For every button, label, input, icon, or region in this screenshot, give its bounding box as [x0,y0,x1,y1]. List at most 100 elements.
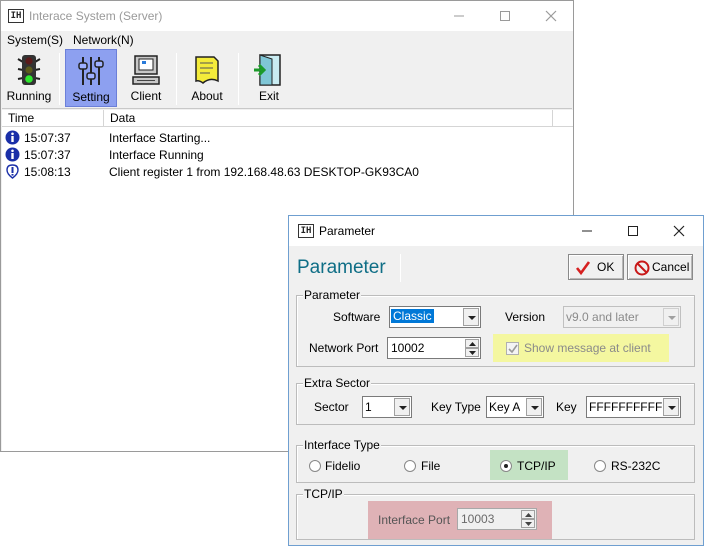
toolbar-separator [176,53,177,105]
file-radio[interactable] [404,460,416,472]
interface-port-label: Interface Port [378,513,451,527]
software-value: Classic [391,309,434,323]
dialog-minimize-button[interactable] [564,216,610,246]
version-label: Version [505,310,546,324]
chevron-down-icon [399,406,407,410]
menu-system[interactable]: System(S) [7,33,63,47]
key-select[interactable]: FFFFFFFFFFFF [586,396,681,418]
dialog-title-bar[interactable]: IH Parameter [289,216,703,246]
maximize-icon [500,11,510,21]
download-info-icon [6,164,19,179]
interface-port-input[interactable]: 10003 [457,508,537,530]
network-port-up-button[interactable] [465,339,479,348]
chevron-down-icon [668,406,676,410]
chevron-up-icon [469,342,476,346]
log-header: Time Data [2,110,573,127]
header-separator [400,254,401,282]
column-data[interactable]: Data [104,110,553,127]
dialog-heading: Parameter [297,257,386,278]
extra-sector-group-title: Extra Sector [303,376,372,390]
chevron-down-icon [469,351,476,355]
minimize-button[interactable] [436,1,482,31]
setting-label: Setting [72,90,110,104]
setting-button[interactable]: Setting [65,49,117,107]
close-icon [545,10,557,22]
cancel-button[interactable]: Cancel [627,254,693,280]
interface-type-group-title: Interface Type [303,438,381,452]
key-type-select[interactable]: Key A [486,396,544,418]
computer-icon [132,55,160,85]
version-value: v9.0 and later [566,310,639,324]
tcpip-radio[interactable] [500,460,512,472]
show-message-checkbox[interactable] [506,342,519,355]
network-port-input[interactable]: 10002 [387,337,481,359]
toolbar-separator [238,53,239,105]
close-button[interactable] [528,1,574,31]
app-icon: IH [8,9,24,23]
dialog-maximize-button[interactable] [610,216,656,246]
key-type-dropdown-button[interactable] [526,398,542,416]
parameter-dialog: IH Parameter Parameter OK Cancel Paramet… [288,215,704,546]
column-time[interactable]: Time [2,110,104,127]
dialog-app-icon: IH [298,224,314,238]
toolbar-separator [59,53,60,105]
key-dropdown-button[interactable] [663,398,679,416]
toolbar: Running Setting Client About Exit [2,49,572,109]
dialog-title: Parameter [319,224,376,238]
chevron-down-icon [468,316,476,320]
checkmark-icon [575,261,591,276]
cancel-icon [634,260,650,276]
log-row[interactable]: 15:07:37 Interface Starting... [2,129,573,146]
version-dropdown-button[interactable] [663,308,679,326]
log-row[interactable]: 15:08:13 Client register 1 from 192.168.… [2,163,573,180]
file-label[interactable]: File [421,459,440,473]
network-port-label: Network Port [309,341,379,355]
main-window-title: Interace System (Server) [29,9,163,23]
rs232c-radio[interactable] [594,460,606,472]
software-dropdown-button[interactable] [463,308,479,326]
tcpip-group: TCP/IP Interface Port 10003 [296,487,695,540]
log-time: 15:07:37 [24,131,71,145]
interface-port-down-button[interactable] [521,519,535,528]
maximize-button[interactable] [482,1,528,31]
key-type-label: Key Type [431,400,481,414]
network-port-down-button[interactable] [465,348,479,357]
chevron-down-icon [531,406,539,410]
software-select[interactable]: Classic [389,306,481,328]
interface-port-up-button[interactable] [521,510,535,519]
fidelio-label[interactable]: Fidelio [325,459,360,473]
key-value: FFFFFFFFFFFF [589,400,663,414]
sector-select[interactable]: 1 [362,396,412,418]
log-time: 15:08:13 [24,165,71,179]
exit-button[interactable]: Exit [244,49,294,107]
dialog-header: Parameter OK Cancel [289,246,703,284]
minimize-icon [454,15,464,17]
version-select[interactable]: v9.0 and later [563,306,681,328]
client-button[interactable]: Client [121,49,171,107]
chevron-down-icon [525,522,532,526]
rs232c-label[interactable]: RS-232C [611,459,660,473]
tcpip-label[interactable]: TCP/IP [517,459,556,473]
extra-sector-group: Extra Sector Sector 1 Key Type Key A Key… [296,376,695,425]
show-message-label: Show message at client [524,341,651,355]
log-row[interactable]: 15:07:37 Interface Running [2,146,573,163]
cancel-label: Cancel [652,260,690,274]
fidelio-radio[interactable] [309,460,321,472]
dialog-close-button[interactable] [656,216,702,246]
about-button[interactable]: About [182,49,232,107]
ok-label: OK [597,260,615,274]
running-button[interactable]: Running [3,49,55,107]
main-title-bar[interactable]: IH Interace System (Server) [1,1,573,31]
sliders-icon [78,57,104,85]
parameter-group-title: Parameter [303,288,362,302]
sector-dropdown-button[interactable] [394,398,410,416]
chevron-down-icon [668,316,676,320]
exit-label: Exit [258,89,279,103]
ok-button[interactable]: OK [568,254,624,280]
interface-port-spinner [521,510,535,528]
traffic-light-icon [17,55,41,85]
client-label: Client [130,89,162,103]
running-label: Running [6,89,52,103]
menu-network[interactable]: Network(N) [73,33,134,47]
log-data: Interface Starting... [109,131,211,145]
